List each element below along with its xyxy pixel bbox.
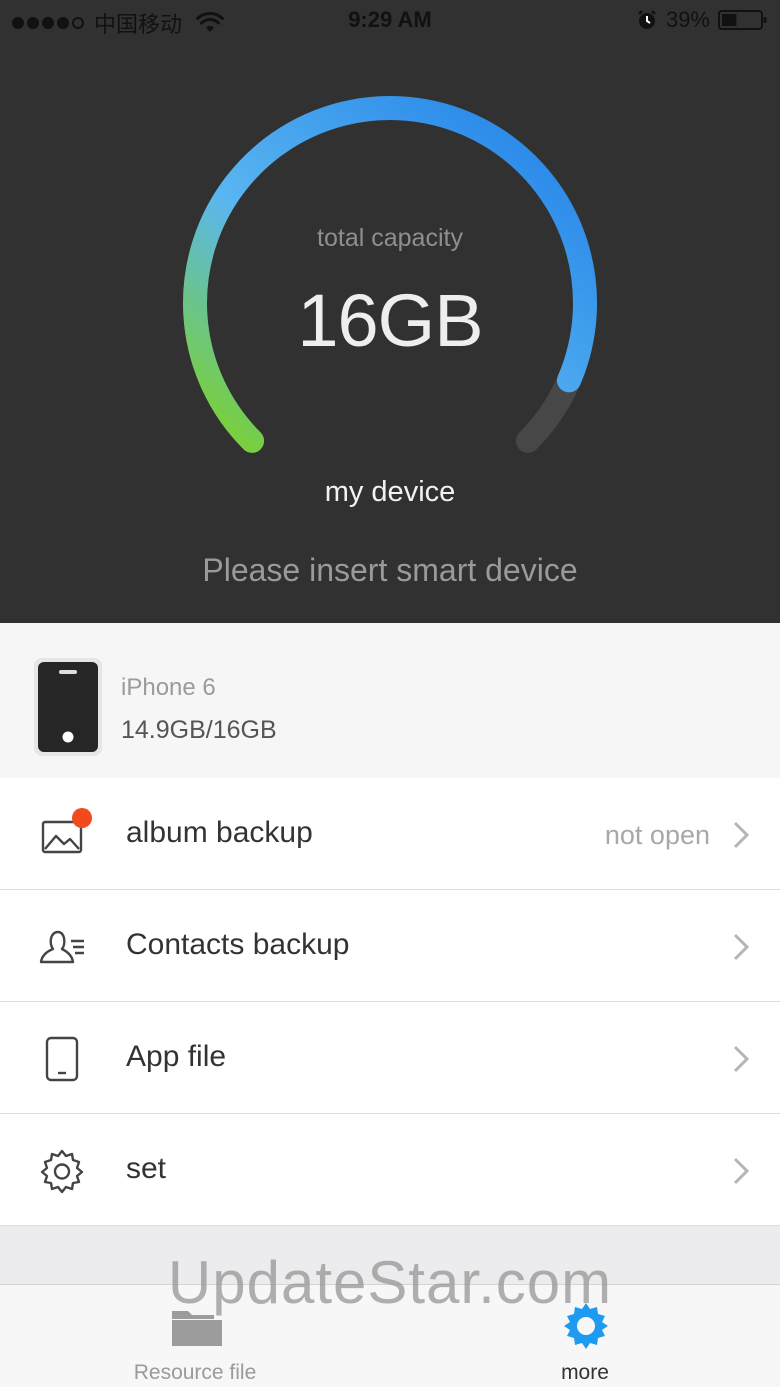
menu-item-label: App file [126, 1040, 227, 1073]
tab-more[interactable]: more [455, 1285, 715, 1387]
menu-item-contacts-backup[interactable]: Contacts backup [0, 890, 780, 1002]
device-card[interactable]: iPhone 6 14.9GB/16GB [0, 623, 780, 778]
gauge-fill-arc [183, 96, 597, 453]
device-storage-usage: 14.9GB/16GB [121, 716, 277, 744]
chevron-right-icon [733, 1157, 750, 1185]
gear-icon [40, 1149, 84, 1194]
menu-item-set[interactable]: set [0, 1114, 780, 1226]
tablet-icon [45, 1036, 79, 1082]
gauge-value: 16GB [297, 279, 483, 362]
status-bar: 中国移动 9:29 AM 39% [0, 0, 780, 42]
alarm-icon [638, 10, 656, 29]
tab-resource-file[interactable]: Resource file [65, 1285, 325, 1387]
menu-item-label: album backup [126, 816, 313, 849]
insert-device-message: Please insert smart device [202, 552, 578, 588]
battery-percent: 39% [665, 7, 710, 32]
device-name: iPhone 6 [121, 674, 216, 701]
menu-item-app-file[interactable]: App file [0, 1002, 780, 1114]
phone-icon [34, 658, 102, 756]
chevron-right-icon [733, 821, 750, 849]
gear-icon [564, 1303, 608, 1349]
menu-item-label: set [126, 1152, 167, 1185]
menu-item-album-backup[interactable]: album backup not open [0, 778, 780, 890]
contacts-icon [39, 930, 84, 964]
status-right: 39% [636, 7, 768, 33]
capacity-hero: 中国移动 9:29 AM 39% total capacity 16GB my … [0, 0, 780, 623]
gauge-label: total capacity [317, 224, 463, 252]
menu-item-status: not open [604, 820, 710, 850]
settings-menu: album backup not open Contacts backup Ap… [0, 778, 780, 1226]
tab-bar: Resource file more [0, 1284, 780, 1387]
tab-label: more [561, 1361, 609, 1384]
tab-label: Resource file [133, 1361, 257, 1384]
menu-item-label: Contacts backup [126, 928, 350, 961]
chevron-right-icon [733, 933, 750, 961]
notification-badge [72, 808, 92, 828]
chevron-right-icon [733, 1045, 750, 1073]
my-device-label[interactable]: my device [0, 476, 780, 509]
battery-icon [718, 10, 767, 30]
folder-icon [172, 1311, 222, 1346]
